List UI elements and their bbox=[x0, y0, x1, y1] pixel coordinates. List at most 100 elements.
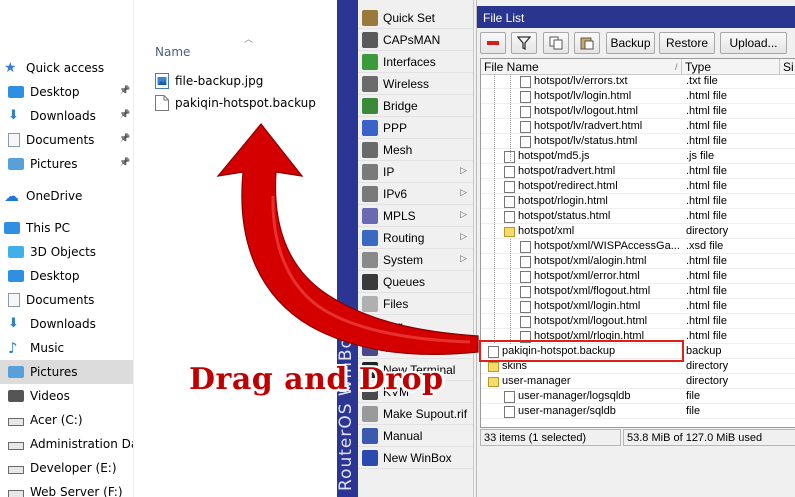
file-row[interactable]: skins directory bbox=[481, 359, 795, 374]
copy-button[interactable] bbox=[543, 32, 569, 54]
file-row-name: hotspot/xml/WISPAccessGa... bbox=[520, 239, 680, 254]
menu-item-ppp[interactable]: PPP bbox=[358, 117, 473, 139]
column-header-name[interactable]: Name bbox=[155, 45, 190, 59]
file-row[interactable]: hotspot/radvert.html .html file bbox=[481, 164, 795, 179]
file-row-name-text: hotspot/md5.js bbox=[518, 150, 590, 162]
menu-item-manual[interactable]: Manual bbox=[358, 425, 473, 447]
nav-item[interactable]: Videos bbox=[0, 384, 133, 408]
file-row[interactable]: user-manager/sqldb file bbox=[481, 404, 795, 419]
nav-item[interactable]: ☁ OneDrive bbox=[0, 184, 133, 208]
menu-item-label: Mesh bbox=[383, 142, 413, 157]
status-storage: 53.8 MiB of 127.0 MiB used bbox=[623, 429, 795, 446]
menu-item-mpls[interactable]: MPLS ▷ bbox=[358, 205, 473, 227]
interfaces-icon bbox=[362, 53, 378, 70]
file-row-name-text: hotspot/xml/logout.html bbox=[534, 315, 648, 327]
menu-item-label: Tools bbox=[383, 340, 412, 355]
file-row[interactable]: pakiqin-hotspot.backup backup bbox=[481, 344, 795, 359]
menu-item-bridge[interactable]: Bridge bbox=[358, 95, 473, 117]
status-item-count: 33 items (1 selected) bbox=[480, 429, 621, 446]
file-row-name-text: hotspot/lv/logout.html bbox=[534, 105, 638, 117]
menu-item-label: Routing bbox=[383, 230, 425, 245]
nav-item-label: Desktop bbox=[30, 85, 80, 99]
nav-item[interactable]: ⬇ Downloads 📌 bbox=[0, 104, 133, 128]
nav-item[interactable]: Administration Data bbox=[0, 432, 133, 456]
menu-item-capsman[interactable]: CAPsMAN bbox=[358, 29, 473, 51]
menu-item-log[interactable]: Log bbox=[358, 315, 473, 337]
menu-item-wireless[interactable]: Wireless bbox=[358, 73, 473, 95]
pin-icon: 📌 bbox=[119, 134, 131, 144]
backup-button[interactable]: Backup bbox=[606, 32, 655, 54]
explorer-file-item[interactable]: file-backup.jpg bbox=[155, 71, 263, 91]
menu-item-files[interactable]: Files bbox=[358, 293, 473, 315]
file-row[interactable]: hotspot/xml/alogin.html .html file bbox=[481, 254, 795, 269]
filter-button[interactable] bbox=[511, 32, 537, 54]
file-row[interactable]: hotspot/lv/login.html .html file bbox=[481, 89, 795, 104]
menu-item-routing[interactable]: Routing ▷ bbox=[358, 227, 473, 249]
menu-item-ipv6[interactable]: IPv6 ▷ bbox=[358, 183, 473, 205]
file-row-type: .html file bbox=[686, 120, 727, 132]
file-row[interactable]: hotspot/rlogin.html .html file bbox=[481, 194, 795, 209]
file-row[interactable]: hotspot/status.html .html file bbox=[481, 209, 795, 224]
nav-item[interactable]: Acer (C:) bbox=[0, 408, 133, 432]
nav-item[interactable]: Documents bbox=[0, 288, 133, 312]
tree-guide-line bbox=[510, 239, 511, 344]
file-table: File Name / Type Si hotspot/lv/errors.tx… bbox=[480, 58, 795, 428]
nav-item[interactable]: Developer (E:) bbox=[0, 456, 133, 480]
file-row[interactable]: hotspot/lv/logout.html .html file bbox=[481, 104, 795, 119]
file-row[interactable]: user-manager/logsqldb file bbox=[481, 389, 795, 404]
file-row[interactable]: hotspot/lv/radvert.html .html file bbox=[481, 119, 795, 134]
file-row[interactable]: hotspot/lv/errors.txt .txt file bbox=[481, 74, 795, 89]
file-row[interactable]: hotspot/xml/WISPAccessGa... .xsd file bbox=[481, 239, 795, 254]
file-row[interactable]: user-manager directory bbox=[481, 374, 795, 389]
nav-item[interactable]: Pictures bbox=[0, 360, 133, 384]
file-row[interactable]: hotspot/xml directory bbox=[481, 224, 795, 239]
nav-item[interactable]: Pictures 📌 bbox=[0, 152, 133, 176]
nav-item[interactable]: Web Server (F:) bbox=[0, 480, 133, 497]
nav-item[interactable]: ★ Quick access bbox=[0, 56, 133, 80]
menu-item-tools[interactable]: Tools ▷ bbox=[358, 337, 473, 359]
file-row-name: hotspot/redirect.html bbox=[504, 179, 618, 194]
menu-item-system[interactable]: System ▷ bbox=[358, 249, 473, 271]
remove-button[interactable] bbox=[480, 32, 506, 54]
file-row[interactable]: hotspot/xml/logout.html .html file bbox=[481, 314, 795, 329]
minus-icon bbox=[487, 41, 499, 45]
column-size[interactable]: Si bbox=[780, 59, 795, 75]
file-row-name: hotspot/md5.js bbox=[504, 149, 590, 164]
menu-item-make-supout-rif[interactable]: Make Supout.rif bbox=[358, 403, 473, 425]
restore-button[interactable]: Restore bbox=[659, 32, 715, 54]
sort-caret-icon: ︿ bbox=[244, 34, 254, 44]
nav-item[interactable]: Desktop 📌 bbox=[0, 80, 133, 104]
upload-button[interactable]: Upload... bbox=[720, 32, 787, 54]
nav-item[interactable]: ♪ Music bbox=[0, 336, 133, 360]
menu-item-quick-set[interactable]: Quick Set bbox=[358, 7, 473, 29]
winbox-icon bbox=[362, 449, 378, 466]
nav-item[interactable]: Documents 📌 bbox=[0, 128, 133, 152]
quick-set-icon bbox=[362, 9, 378, 26]
file-row[interactable]: hotspot/xml/error.html .html file bbox=[481, 269, 795, 284]
menu-item-new-winbox[interactable]: New WinBox bbox=[358, 447, 473, 469]
menu-item-ip[interactable]: IP ▷ bbox=[358, 161, 473, 183]
menu-item-interfaces[interactable]: Interfaces bbox=[358, 51, 473, 73]
filter-icon bbox=[517, 36, 531, 50]
menu-item-queues[interactable]: Queues bbox=[358, 271, 473, 293]
nav-item[interactable]: 3D Objects bbox=[0, 240, 133, 264]
column-type[interactable]: Type bbox=[682, 59, 780, 75]
file-row-type: .html file bbox=[686, 255, 727, 267]
column-file-name[interactable]: File Name bbox=[481, 59, 682, 75]
file-list-title[interactable]: File List bbox=[477, 6, 795, 28]
paste-button[interactable] bbox=[574, 32, 600, 54]
explorer-file-item[interactable]: pakiqin-hotspot.backup bbox=[155, 93, 316, 113]
nav-item[interactable]: Desktop bbox=[0, 264, 133, 288]
file-row[interactable]: hotspot/md5.js .js file bbox=[481, 149, 795, 164]
nav-item[interactable]: This PC bbox=[0, 216, 133, 240]
file-row[interactable]: hotspot/xml/flogout.html .html file bbox=[481, 284, 795, 299]
file-row[interactable]: hotspot/redirect.html .html file bbox=[481, 179, 795, 194]
file-row[interactable]: hotspot/lv/status.html .html file bbox=[481, 134, 795, 149]
download-arrow-icon: ⬇ bbox=[8, 316, 19, 331]
file-row[interactable]: hotspot/xml/login.html .html file bbox=[481, 299, 795, 314]
copy-icon bbox=[549, 36, 563, 50]
nav-item[interactable]: ⬇ Downloads bbox=[0, 312, 133, 336]
file-row[interactable]: hotspot/xml/rlogin.html .html file bbox=[481, 329, 795, 344]
menu-item-mesh[interactable]: Mesh bbox=[358, 139, 473, 161]
file-row-name-text: hotspot/xml/flogout.html bbox=[534, 285, 651, 297]
